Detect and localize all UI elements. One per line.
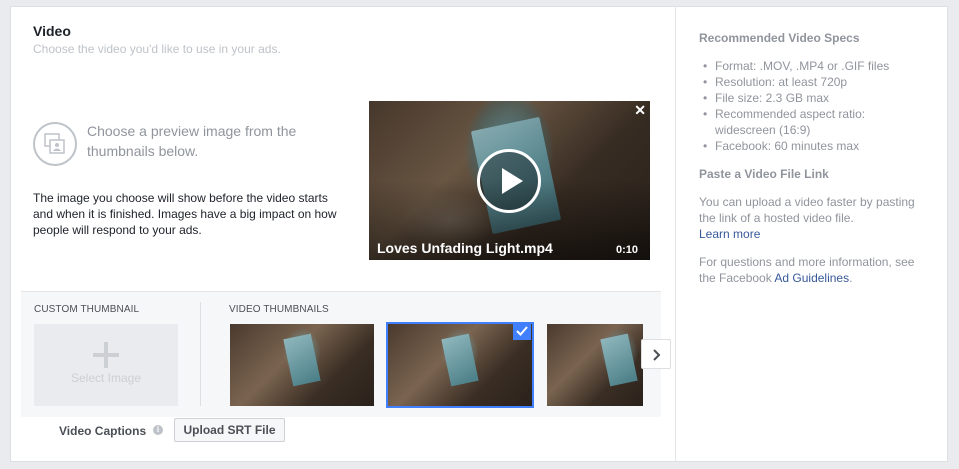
info-icon[interactable]: i: [153, 425, 163, 435]
video-captions-label: Video Captions: [59, 424, 147, 438]
plus-icon: [93, 342, 119, 368]
video-filename: Loves Unfading Light.mp4: [377, 240, 553, 256]
learn-more-link[interactable]: Learn more: [699, 227, 760, 241]
specs-title: Recommended Video Specs: [699, 31, 860, 45]
close-icon[interactable]: ✕: [634, 102, 646, 119]
next-thumbnails-button[interactable]: [641, 339, 671, 369]
video-duration: 0:10: [615, 244, 638, 256]
paste-link-text: You can upload a video faster by pasting…: [699, 195, 915, 241]
preview-title: Choose a preview image from the thumbnai…: [87, 123, 297, 159]
section-title: Video: [33, 23, 71, 39]
spec-item: Format: .MOV, .MP4 or .GIF files: [699, 58, 889, 74]
upload-srt-button[interactable]: Upload SRT File: [174, 418, 285, 442]
preview-description: The image you choose will show before th…: [33, 191, 337, 237]
spec-item: Facebook: 60 minutes max: [699, 138, 889, 154]
spec-item: Resolution: at least 720p: [699, 74, 889, 90]
play-button[interactable]: [477, 149, 541, 213]
chevron-right-icon: [653, 349, 661, 361]
divider: [200, 302, 201, 406]
spec-item: Recommended aspect ratio:: [699, 106, 889, 122]
checkmark-icon: [513, 322, 531, 340]
video-thumbnail-3[interactable]: [547, 324, 643, 406]
video-thumbnail-1[interactable]: [230, 324, 374, 406]
video-thumbnail-2[interactable]: [386, 322, 534, 408]
select-image-label: Select Image: [70, 371, 142, 385]
specs-list: Format: .MOV, .MP4 or .GIF files Resolut…: [699, 58, 889, 154]
spec-item: widescreen (16:9): [715, 123, 811, 137]
spec-item: File size: 2.3 GB max: [699, 90, 889, 106]
paste-link-title: Paste a Video File Link: [699, 167, 829, 181]
video-section: Video Choose the video you'd like to use…: [11, 7, 676, 461]
play-icon: [502, 168, 523, 194]
ad-guidelines-link[interactable]: Ad Guidelines: [774, 271, 849, 285]
section-subtitle: Choose the video you'd like to use in yo…: [33, 42, 281, 56]
video-panel: Video Choose the video you'd like to use…: [10, 6, 948, 462]
select-image-button[interactable]: Select Image: [34, 324, 178, 406]
specs-sidebar: Recommended Video Specs Format: .MOV, .M…: [675, 7, 948, 461]
video-player[interactable]: ✕ Loves Unfading Light.mp4 0:10: [369, 101, 650, 260]
guidelines-text: For questions and more information, see …: [699, 255, 915, 285]
thumbnail-picker-icon: [33, 122, 77, 166]
video-thumbnails-label: VIDEO THUMBNAILS: [229, 304, 329, 315]
thumbnail-strip: CUSTOM THUMBNAIL Select Image VIDEO THUM…: [21, 291, 671, 417]
custom-thumbnail-label: CUSTOM THUMBNAIL: [34, 304, 140, 315]
